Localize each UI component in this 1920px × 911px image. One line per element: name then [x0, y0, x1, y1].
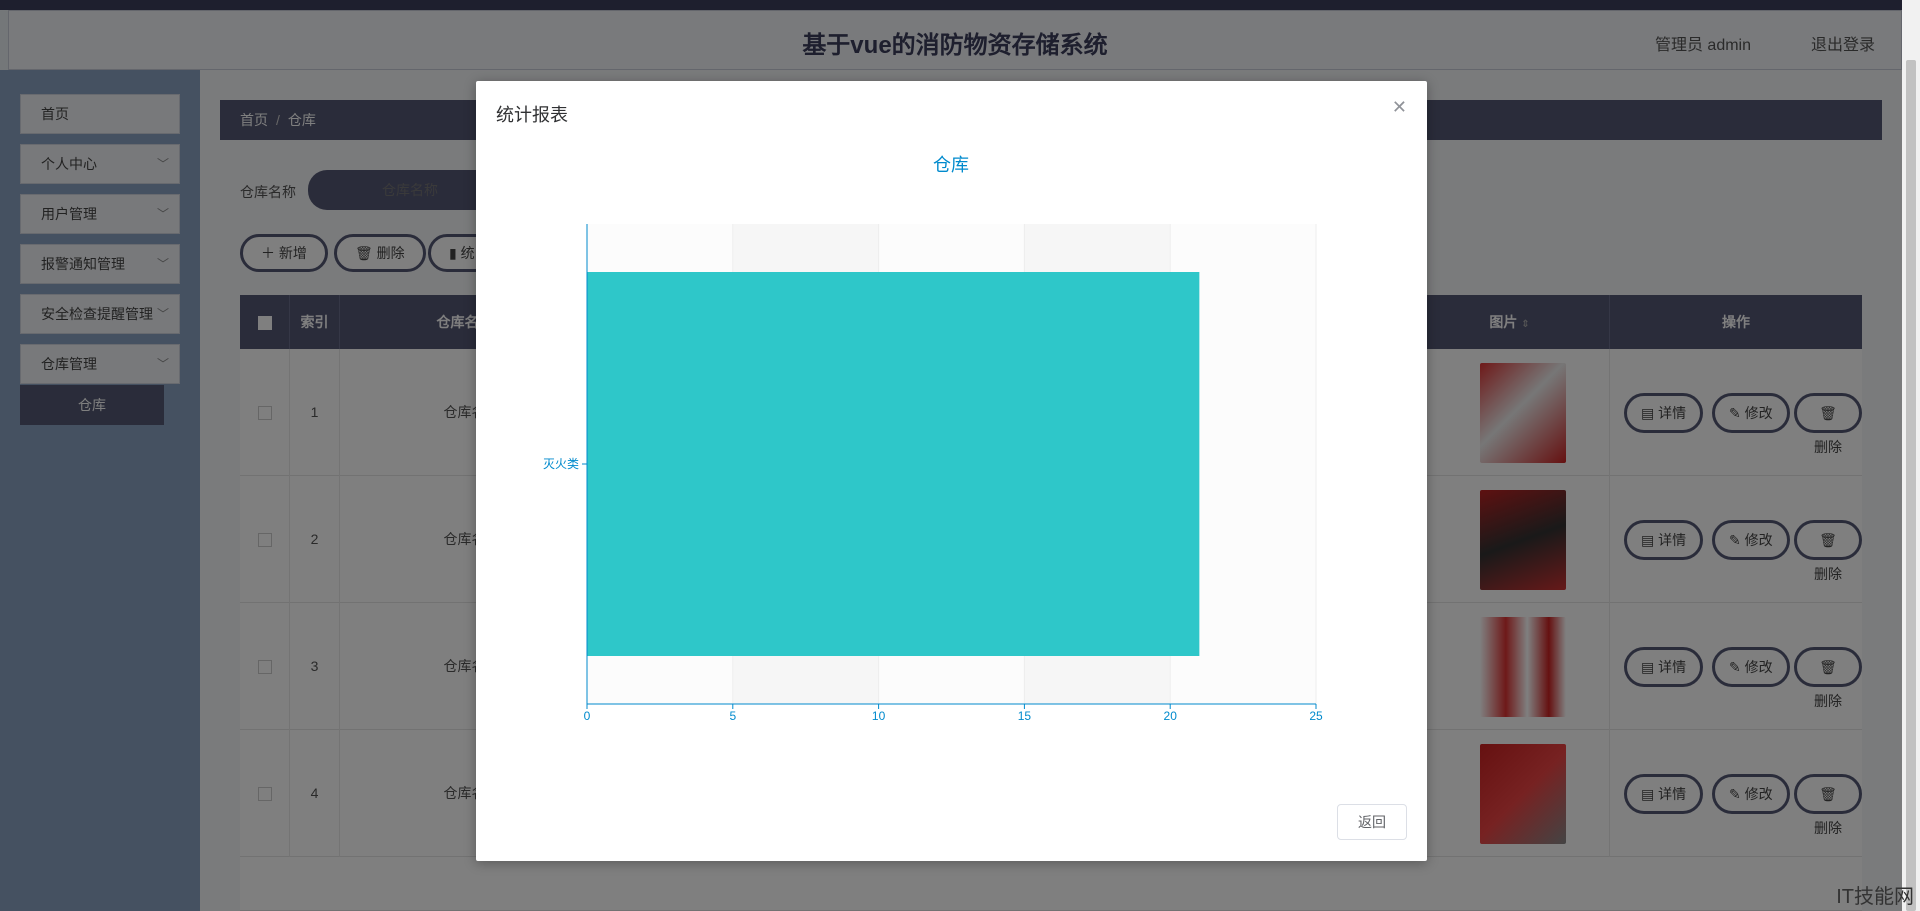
dialog-title: 统计报表	[496, 105, 568, 125]
back-button[interactable]: 返回	[1337, 804, 1407, 840]
bar	[587, 272, 1200, 656]
stats-dialog: 统计报表 ✕ 仓库灭火类 0 5 10 15 20 25 返回	[476, 81, 1427, 861]
page-scrollbar[interactable]	[1902, 0, 1920, 911]
bar-chart: 仓库灭火类 0 5 10 15 20 25	[543, 155, 1323, 723]
chart-title: 仓库	[933, 155, 969, 175]
x-tick-label: 0	[584, 709, 591, 723]
watermark-text: IT技能网	[1836, 886, 1914, 908]
x-tick-label: 20	[1164, 709, 1178, 723]
close-icon[interactable]: ✕	[1392, 97, 1407, 118]
category-label: 灭火类	[543, 457, 579, 471]
scrollbar-thumb[interactable]	[1906, 60, 1916, 911]
x-tick-label: 15	[1018, 709, 1032, 723]
x-tick-label: 5	[729, 709, 736, 723]
x-tick-label: 10	[872, 709, 886, 723]
x-tick-label: 25	[1309, 709, 1323, 723]
